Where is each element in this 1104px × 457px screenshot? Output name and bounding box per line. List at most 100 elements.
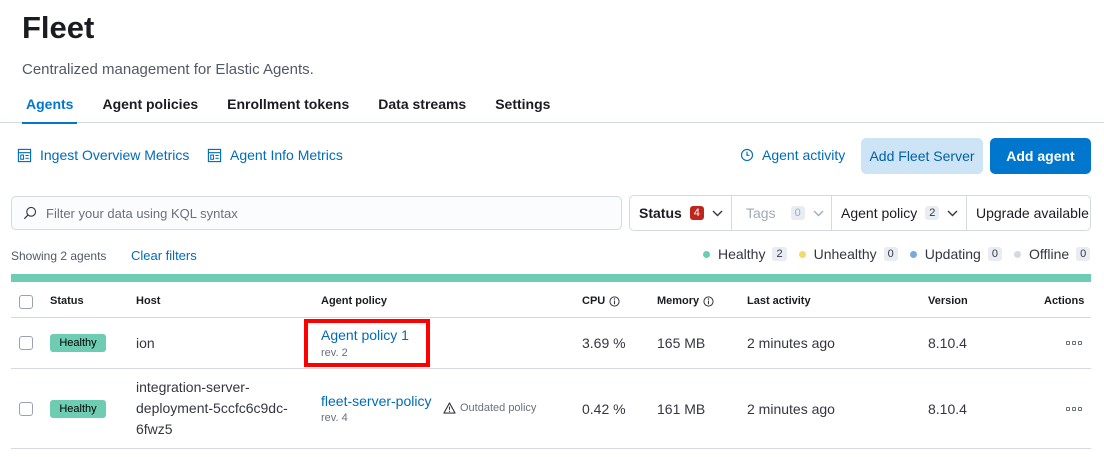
tags-filter-label: Tags: [746, 205, 776, 221]
host-line: deployment-5ccfc6c9dc-: [136, 400, 288, 416]
legend-offline-label: Offline: [1028, 246, 1070, 262]
search-icon: [23, 206, 37, 220]
unhealthy-dot-icon: [798, 250, 806, 258]
row-checkbox[interactable]: [19, 336, 33, 350]
column-actions: Actions: [1044, 295, 1085, 307]
host-line: integration-server-: [136, 379, 250, 395]
chevron-down-icon: [712, 210, 723, 216]
agent-policy-cell: Agent policy 1 rev. 2: [321, 327, 409, 359]
column-memory[interactable]: Memory: [657, 295, 714, 307]
column-last-activity[interactable]: Last activity: [747, 295, 811, 307]
legend-offline-count: 0: [1076, 247, 1091, 261]
status-legend: Healthy 2 Unhealthy 0 Updating 0 Offline…: [703, 246, 1091, 262]
table-header: Status Host Agent policy CPU Memory Last…: [11, 287, 1091, 318]
policy-revision: rev. 2: [321, 347, 348, 359]
status-filter-count: 4: [689, 206, 704, 220]
tab-enrollment-tokens[interactable]: Enrollment tokens: [223, 96, 353, 123]
column-version[interactable]: Version: [928, 295, 968, 307]
clear-filters-link[interactable]: Clear filters: [131, 248, 197, 263]
version-value: 8.10.4: [928, 335, 967, 351]
memory-value: 161 MB: [657, 401, 706, 417]
updating-dot-icon: [909, 250, 917, 258]
legend-offline: Offline 0: [1013, 246, 1091, 262]
dashboard-icon: [207, 148, 222, 162]
offline-dot-icon: [1013, 250, 1021, 258]
legend-healthy: Healthy 2: [703, 246, 787, 262]
column-status[interactable]: Status: [50, 295, 84, 307]
column-agent-policy[interactable]: Agent policy: [321, 295, 387, 307]
agent-info-metrics-link[interactable]: Agent Info Metrics: [207, 147, 343, 163]
column-host[interactable]: Host: [136, 295, 160, 307]
host-link[interactable]: integration-server- deployment-5ccfc6c9d…: [136, 377, 288, 440]
row-checkbox[interactable]: [19, 402, 33, 416]
outdated-policy-label: Outdated policy: [460, 402, 537, 414]
add-agent-button[interactable]: Add agent: [990, 138, 1091, 174]
last-activity-value: 2 minutes ago: [747, 335, 835, 351]
policy-revision: rev. 4: [321, 412, 348, 424]
agent-policy-filter-count: 2: [925, 206, 940, 220]
legend-healthy-count: 2: [772, 247, 787, 261]
memory-value: 165 MB: [657, 335, 706, 351]
tab-settings[interactable]: Settings: [491, 96, 554, 123]
agent-policy-link[interactable]: Agent policy 1: [321, 327, 409, 343]
agent-policy-cell: fleet-server-policy rev. 4: [321, 393, 431, 424]
tags-filter[interactable]: Tags 0: [732, 196, 832, 230]
warning-icon: [443, 402, 456, 414]
tab-agent-policies[interactable]: Agent policies: [98, 96, 202, 123]
legend-updating: Updating 0: [909, 246, 1002, 262]
column-memory-label: Memory: [657, 295, 700, 307]
search-input[interactable]: Filter your data using KQL syntax: [46, 206, 238, 221]
clock-icon: [740, 148, 754, 162]
last-activity-value: 2 minutes ago: [747, 401, 835, 417]
status-badge: Healthy: [50, 400, 106, 418]
legend-healthy-label: Healthy: [718, 246, 766, 262]
ingest-overview-metrics-label: Ingest Overview Metrics: [40, 147, 190, 163]
legend-unhealthy-count: 0: [883, 247, 898, 261]
tab-agents[interactable]: Agents: [22, 96, 78, 124]
agents-table: Status Host Agent policy CPU Memory Last…: [11, 287, 1091, 449]
kql-search-bar[interactable]: Filter your data using KQL syntax: [11, 196, 622, 230]
status-distribution-bar: [11, 274, 1091, 282]
agents-toolbar: Ingest Overview Metrics Agent Info Metri…: [17, 138, 1093, 174]
row-actions-icon[interactable]: [1066, 338, 1082, 348]
tab-data-streams[interactable]: Data streams: [374, 96, 470, 123]
chevron-down-icon: [813, 210, 824, 216]
agent-policy-filter[interactable]: Agent policy 2: [832, 196, 967, 230]
agent-activity-link[interactable]: Agent activity: [740, 147, 845, 163]
page-subtitle: Centralized management for Elastic Agent…: [22, 61, 314, 78]
select-all-checkbox[interactable]: [19, 295, 33, 309]
legend-unhealthy-label: Unhealthy: [813, 246, 877, 262]
tags-filter-count: 0: [790, 206, 805, 220]
dashboard-icon: [17, 148, 32, 162]
healthy-dot-icon: [703, 250, 710, 258]
info-icon: [609, 295, 620, 307]
status-badge: Healthy: [50, 334, 106, 352]
host-line: 6fwz5: [136, 421, 173, 437]
status-filter-label: Status: [639, 205, 682, 221]
tab-bar: Agents Agent policies Enrollment tokens …: [22, 96, 575, 124]
ingest-overview-metrics-link[interactable]: Ingest Overview Metrics: [17, 147, 189, 163]
table-row: Healthy integration-server- deployment-5…: [11, 369, 1091, 449]
column-cpu-label: CPU: [582, 295, 606, 307]
agent-activity-label: Agent activity: [762, 147, 846, 163]
cpu-value: 0.42 %: [582, 401, 626, 417]
table-row: Healthy ion Agent policy 1 rev. 2 3.69 %…: [11, 318, 1091, 369]
add-fleet-server-button[interactable]: Add Fleet Server: [861, 138, 983, 174]
agent-info-metrics-label: Agent Info Metrics: [230, 147, 343, 163]
version-value: 8.10.4: [928, 401, 967, 417]
agent-count-summary: Showing 2 agents: [11, 249, 107, 263]
legend-unhealthy: Unhealthy 0: [798, 246, 898, 262]
column-cpu[interactable]: CPU: [582, 295, 620, 307]
page-header: Fleet Centralized management for Elastic…: [0, 0, 1104, 124]
legend-updating-label: Updating: [924, 246, 981, 262]
chevron-down-icon: [947, 210, 958, 216]
upgrade-available-filter[interactable]: Upgrade available: [967, 196, 1090, 230]
agent-policy-link[interactable]: fleet-server-policy: [321, 393, 431, 409]
row-actions-icon[interactable]: [1066, 404, 1082, 414]
cpu-value: 3.69 %: [582, 335, 626, 351]
status-filter[interactable]: Status 4: [630, 196, 732, 230]
info-icon: [703, 295, 714, 307]
legend-updating-count: 0: [987, 247, 1002, 261]
filter-group: Status 4 Tags 0 Agent policy 2 Upgrade a…: [629, 195, 1091, 231]
host-link[interactable]: ion: [136, 335, 155, 351]
